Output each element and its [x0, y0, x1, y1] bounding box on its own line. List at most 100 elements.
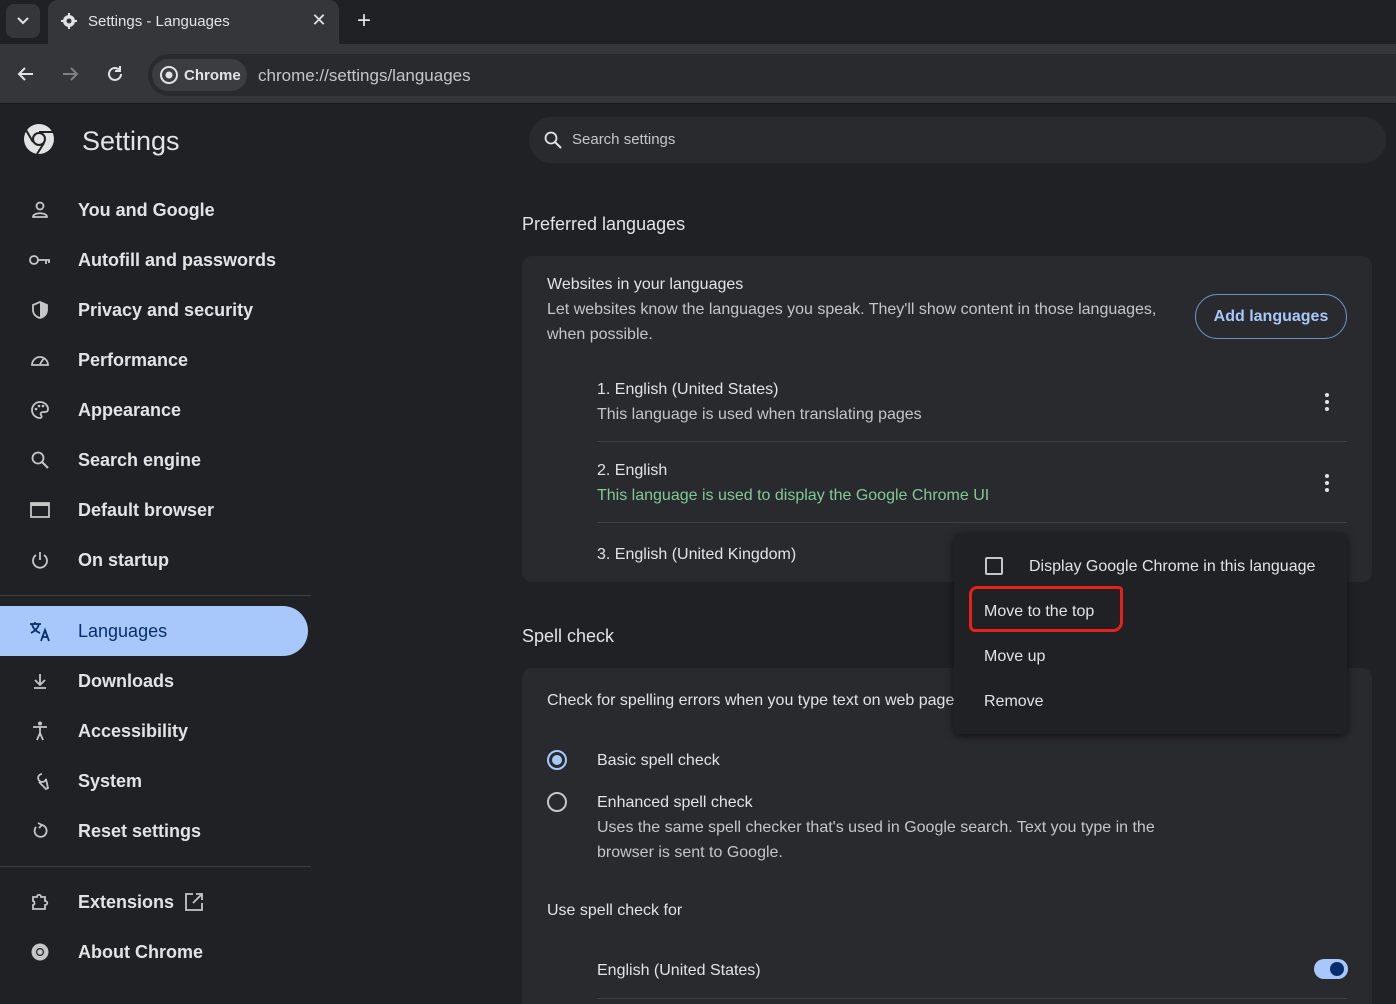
- sidebar-item-reset[interactable]: Reset settings: [0, 806, 308, 856]
- search-placeholder: Search settings: [572, 131, 676, 148]
- more-options-icon[interactable]: [1319, 390, 1335, 414]
- sidebar-item-default-browser[interactable]: Default browser: [0, 485, 308, 535]
- use-spell-check-for-label: Use spell check for: [547, 902, 683, 919]
- wrench-icon: [28, 769, 52, 793]
- language-name: 1. English (United States): [597, 381, 779, 398]
- close-icon[interactable]: ✕: [310, 11, 328, 29]
- sidebar-item-label: Accessibility: [78, 720, 189, 741]
- menu-item-move-up[interactable]: Move up: [984, 648, 1045, 666]
- sidebar-item-accessibility[interactable]: Accessibility: [0, 706, 308, 756]
- sidebar-item-extensions[interactable]: Extensions: [0, 877, 308, 927]
- tab-strip: Settings - Languages ✕ +: [0, 0, 1396, 44]
- sidebar-item-label: Autofill and passwords: [78, 249, 277, 270]
- back-button[interactable]: [14, 62, 38, 86]
- language-name: 2. English: [597, 462, 668, 479]
- toolbar: Chrome chrome://settings/languages: [0, 44, 1396, 104]
- chrome-logo-icon: [24, 124, 54, 155]
- sidebar-item-on-startup[interactable]: On startup: [0, 535, 308, 585]
- sidebar-divider: [0, 866, 311, 867]
- tab-search-button[interactable]: [6, 4, 40, 38]
- sidebar-item-label: Reset settings: [78, 820, 202, 841]
- sidebar-divider: [0, 595, 311, 596]
- forward-button[interactable]: [58, 62, 82, 86]
- sidebar-item-label: Performance: [78, 349, 189, 370]
- key-icon: [28, 248, 52, 272]
- language-name: 3. English (United Kingdom): [597, 546, 797, 563]
- external-link-icon: [184, 892, 204, 917]
- arrow-right-icon: [63, 67, 79, 81]
- websites-description: Let websites know the languages you spea…: [547, 301, 1157, 343]
- sidebar-item-label: Appearance: [78, 399, 182, 420]
- sidebar-item-label: Downloads: [78, 670, 175, 691]
- chevron-down-icon: [17, 17, 29, 25]
- active-tab[interactable]: Settings - Languages ✕: [48, 0, 339, 44]
- sidebar-item-label: About Chrome: [78, 941, 203, 962]
- site-info-chip[interactable]: Chrome: [152, 59, 247, 91]
- row-divider: [597, 441, 1347, 442]
- sidebar-item-label: System: [78, 770, 143, 791]
- download-icon: [28, 669, 52, 693]
- row-divider: [597, 998, 1347, 999]
- sidebar-item-autofill[interactable]: Autofill and passwords: [0, 235, 308, 285]
- search-input[interactable]: Search settings: [529, 117, 1386, 163]
- language-note: This language is used to display the Goo…: [597, 487, 990, 504]
- row-divider: [597, 522, 1347, 523]
- chrome-icon: [160, 66, 178, 84]
- spell-check-label: Check for spelling errors when you type …: [547, 692, 963, 709]
- section-title-spell-check: Spell check: [522, 626, 615, 646]
- reset-icon: [28, 819, 52, 843]
- language-note: This language is used when translating p…: [597, 406, 922, 423]
- enhanced-spell-check-label: Enhanced spell check: [597, 794, 753, 811]
- sidebar-item-system[interactable]: System: [0, 756, 308, 806]
- menu-item-remove[interactable]: Remove: [984, 693, 1044, 711]
- search-icon: [544, 131, 562, 149]
- sidebar-item-search-engine[interactable]: Search engine: [0, 435, 308, 485]
- arrow-left-icon: [17, 67, 33, 81]
- sidebar-item-label: Languages: [78, 620, 168, 641]
- sidebar-item-label: Privacy and security: [78, 299, 254, 320]
- settings-title: Settings: [82, 126, 180, 156]
- reload-icon: [108, 66, 122, 81]
- address-bar[interactable]: Chrome chrome://settings/languages: [148, 54, 1396, 96]
- power-icon: [28, 548, 52, 572]
- more-options-icon[interactable]: [1319, 471, 1335, 495]
- sidebar-item-performance[interactable]: Performance: [0, 335, 308, 385]
- url-text[interactable]: chrome://settings/languages: [258, 66, 471, 86]
- reload-button[interactable]: [103, 62, 127, 86]
- sidebar-item-label: Default browser: [78, 499, 215, 520]
- speedometer-icon: [28, 348, 52, 372]
- sidebar-item-privacy[interactable]: Privacy and security: [0, 285, 308, 335]
- section-title-preferred-languages: Preferred languages: [522, 214, 686, 234]
- person-icon: [28, 198, 52, 222]
- spell-language-toggle[interactable]: [1314, 959, 1348, 979]
- search-icon: [28, 448, 52, 472]
- tab-title: Settings - Languages: [88, 13, 230, 30]
- chrome-icon: [28, 940, 52, 964]
- websites-heading: Websites in your languages: [547, 276, 744, 293]
- basic-spell-check-label: Basic spell check: [597, 752, 720, 769]
- basic-spell-check-radio[interactable]: [547, 750, 567, 770]
- enhanced-spell-check-desc: Uses the same spell checker that's used …: [597, 819, 1155, 861]
- enhanced-spell-check-radio[interactable]: [547, 792, 567, 812]
- menu-item-display-language[interactable]: Display Google Chrome in this language: [1029, 558, 1315, 576]
- sidebar-item-label: You and Google: [78, 199, 215, 220]
- shield-icon: [28, 298, 52, 322]
- display-language-checkbox[interactable]: [985, 557, 1003, 575]
- chip-label: Chrome: [184, 66, 241, 84]
- sidebar-item-about[interactable]: About Chrome: [0, 927, 308, 977]
- accessibility-icon: [28, 719, 52, 743]
- sidebar-item-label: On startup: [78, 549, 170, 570]
- sidebar-item-languages[interactable]: Languages: [0, 606, 308, 656]
- browser-window-icon: [28, 498, 52, 522]
- gear-icon: [61, 13, 77, 29]
- palette-icon: [28, 398, 52, 422]
- translate-icon: [28, 619, 52, 643]
- sidebar-item-label: Extensions: [78, 891, 175, 912]
- sidebar-item-label: Search engine: [78, 449, 202, 470]
- sidebar-item-you-and-google[interactable]: You and Google: [0, 185, 308, 235]
- annotation-highlight: [969, 586, 1123, 632]
- sidebar-item-downloads[interactable]: Downloads: [0, 656, 308, 706]
- new-tab-button[interactable]: +: [352, 8, 376, 34]
- sidebar-item-appearance[interactable]: Appearance: [0, 385, 308, 435]
- add-languages-button[interactable]: Add languages: [1195, 294, 1347, 339]
